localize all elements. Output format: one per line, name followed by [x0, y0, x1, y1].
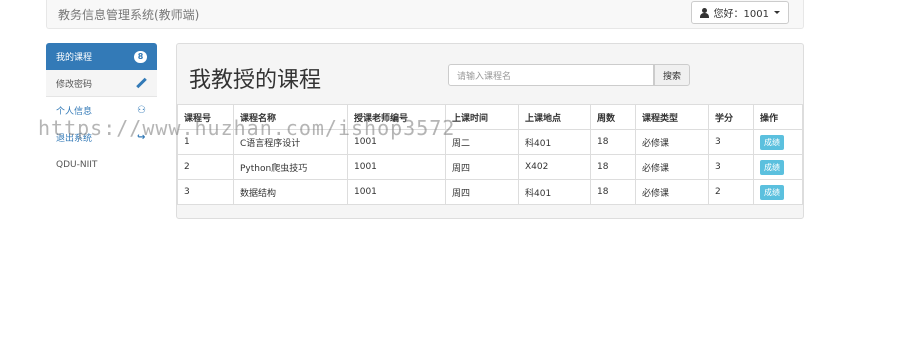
table-cell: 1001: [347, 129, 446, 155]
table-cell: 18: [590, 129, 636, 155]
table-row: 3 数据结构 1001 周四 科401 18 必修课 2 成绩: [177, 179, 803, 205]
column-header: 授课老师编号: [347, 104, 446, 130]
table-cell: 周二: [445, 129, 519, 155]
column-header: 上课时间: [445, 104, 519, 130]
search-button[interactable]: 搜索: [654, 64, 690, 86]
sitemap-icon: ⚇: [137, 104, 146, 116]
caret-down-icon: [774, 11, 780, 14]
grade-button[interactable]: 成绩: [760, 159, 784, 175]
table-cell: Python爬虫技巧: [233, 154, 348, 180]
table-cell: 1001: [347, 179, 446, 205]
column-header: 课程号: [177, 104, 234, 130]
sidebar-item-logout[interactable]: 退出系统 ↪: [46, 124, 157, 151]
top-navbar: 教务信息管理系统(教师端) 您好：1001: [46, 0, 804, 29]
table-cell: 科401: [518, 179, 591, 205]
table-cell: 科401: [518, 129, 591, 155]
sidebar-item-profile[interactable]: 个人信息 ⚇: [46, 97, 157, 124]
table-cell: 3: [177, 179, 234, 205]
table-header-row: 课程号 课程名称 授课老师编号 上课时间 上课地点 周数 课程类型 学分 操作: [177, 104, 803, 130]
sidebar-item-my-courses[interactable]: 我的课程 8: [46, 43, 157, 70]
table-cell: 周四: [445, 179, 519, 205]
sidebar-item-change-password[interactable]: 修改密码: [46, 70, 157, 97]
table-cell: 必修课: [635, 179, 709, 205]
table-cell: X402: [518, 154, 591, 180]
column-header: 操作: [753, 104, 803, 130]
course-count-badge: 8: [134, 50, 147, 63]
table-cell: 1: [177, 129, 234, 155]
table-cell: 2: [177, 154, 234, 180]
table-cell: 2: [708, 179, 754, 205]
table-cell: 18: [590, 179, 636, 205]
table-cell: 成绩: [753, 154, 803, 180]
table-row: 1 C语言程序设计 1001 周二 科401 18 必修课 3 成绩: [177, 129, 803, 155]
courses-table: 课程号 课程名称 授课老师编号 上课时间 上课地点 周数 课程类型 学分 操作 …: [177, 104, 803, 205]
table-cell: 3: [708, 154, 754, 180]
column-header: 学分: [708, 104, 754, 130]
grade-button[interactable]: 成绩: [760, 184, 784, 200]
table-row: 2 Python爬虫技巧 1001 周四 X402 18 必修课 3 成绩: [177, 154, 803, 180]
sidebar-item-label: 我的课程: [56, 53, 93, 63]
table-cell: 3: [708, 129, 754, 155]
column-header: 上课地点: [518, 104, 591, 130]
column-header: 课程类型: [635, 104, 709, 130]
app-brand[interactable]: 教务信息管理系统(教师端): [58, 6, 199, 23]
sidebar-item-label: 退出系统: [56, 134, 93, 144]
table-cell: 数据结构: [233, 179, 348, 205]
courses-panel: 我教授的课程 请输入课程名 搜索 课程号 课程名称 授课老师编号 上课时间 上课…: [176, 43, 804, 219]
logout-icon: ↪: [137, 131, 146, 143]
pencil-icon: [136, 78, 147, 89]
table-cell: 18: [590, 154, 636, 180]
column-header: 周数: [590, 104, 636, 130]
table-cell: 必修课: [635, 129, 709, 155]
sidebar: 我的课程 8 修改密码 个人信息 ⚇ 退出系统 ↪ QDU-NIIT: [46, 43, 157, 178]
page-title: 我教授的课程: [189, 68, 322, 93]
user-menu-button[interactable]: 您好：1001: [690, 1, 789, 24]
search-placeholder: 请输入课程名: [457, 71, 512, 82]
sidebar-footer-label: QDU-NIIT: [56, 159, 98, 170]
column-header: 课程名称: [233, 104, 348, 130]
table-cell: 成绩: [753, 129, 803, 155]
search-input[interactable]: 请输入课程名: [448, 64, 654, 86]
sidebar-footer: QDU-NIIT: [46, 151, 157, 178]
user-icon: [699, 7, 709, 18]
table-cell: 周四: [445, 154, 519, 180]
table-cell: 必修课: [635, 154, 709, 180]
grade-button[interactable]: 成绩: [760, 134, 784, 150]
table-cell: 成绩: [753, 179, 803, 205]
table-cell: 1001: [347, 154, 446, 180]
table-cell: C语言程序设计: [233, 129, 348, 155]
sidebar-item-label: 修改密码: [56, 79, 93, 90]
sidebar-item-label: 个人信息: [56, 107, 93, 117]
user-label: 您好：1001: [713, 9, 769, 20]
